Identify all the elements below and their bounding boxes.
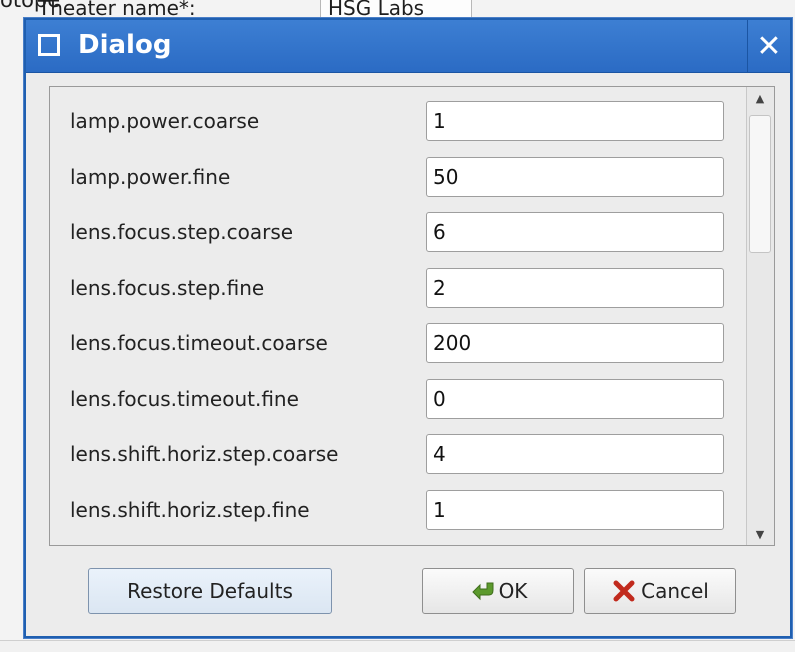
setting-row: lens.shift.horiz.step.fine 1	[50, 488, 746, 532]
window-icon	[38, 34, 60, 56]
setting-value-field[interactable]: 50	[426, 156, 724, 197]
setting-label: lens.focus.step.coarse	[70, 220, 294, 244]
setting-value-field[interactable]: 2	[426, 267, 724, 308]
setting-row: lens.focus.timeout.coarse 200	[50, 321, 746, 365]
scroll-up-arrow-icon[interactable]: ▲	[747, 87, 773, 109]
setting-value-field[interactable]: 1	[426, 489, 724, 530]
setting-label: lens.focus.step.fine	[70, 275, 265, 300]
setting-row: lens.focus.step.coarse 6	[50, 210, 746, 254]
scroll-down-arrow-icon[interactable]: ▼	[747, 523, 773, 545]
restore-defaults-label: Restore Defaults	[127, 579, 293, 603]
setting-value-field[interactable]: 200	[426, 323, 724, 363]
dialog-title: Dialog	[78, 30, 172, 60]
setting-row: lamp.power.coarse 1	[50, 99, 746, 143]
vertical-scrollbar[interactable]: ▲ ▼	[746, 87, 774, 545]
ok-button[interactable]: OK	[422, 568, 574, 614]
setting-label: lamp.power.fine	[70, 164, 231, 189]
setting-row: lens.shift.horiz.step.coarse 4	[50, 432, 746, 476]
setting-value-field[interactable]: 4	[426, 434, 724, 474]
setting-row: lens.focus.step.fine 2	[50, 266, 746, 310]
background-field-label: Theater name*:	[38, 0, 196, 20]
setting-value-field[interactable]: 0	[426, 378, 724, 419]
ok-arrow-icon	[471, 582, 494, 601]
background-footer	[0, 640, 795, 652]
settings-scroll-area: lamp.power.coarse 1 lamp.power.fine 50 lens.…	[49, 86, 775, 546]
setting-row: lens.focus.timeout.fine 0	[50, 377, 746, 421]
scrollbar-thumb[interactable]	[749, 115, 771, 253]
setting-value-field[interactable]: 6	[426, 212, 724, 252]
setting-value-field[interactable]: 1	[426, 101, 724, 141]
cancel-x-icon	[613, 580, 635, 602]
setting-label: lens.focus.timeout.coarse	[70, 331, 328, 355]
restore-defaults-button[interactable]: Restore Defaults	[88, 568, 332, 614]
setting-row: lamp.power.fine 50	[50, 155, 746, 199]
dialog-window: Dialog ✕ lamp.power.coarse 1 lamp.power.fi…	[24, 18, 792, 638]
dialog-titlebar[interactable]: Dialog ✕	[26, 20, 790, 73]
close-button[interactable]: ✕	[747, 20, 790, 72]
setting-label: lens.shift.horiz.step.coarse	[70, 442, 339, 466]
background-field-value: HSG Labs	[328, 0, 425, 20]
cancel-label: Cancel	[641, 579, 709, 603]
setting-label: lens.shift.horiz.step.fine	[70, 497, 310, 522]
ok-label: OK	[498, 579, 528, 603]
setting-label: lamp.power.coarse	[70, 109, 260, 133]
cancel-button[interactable]: Cancel	[584, 568, 736, 614]
setting-label: lens.focus.timeout.fine	[70, 386, 299, 411]
